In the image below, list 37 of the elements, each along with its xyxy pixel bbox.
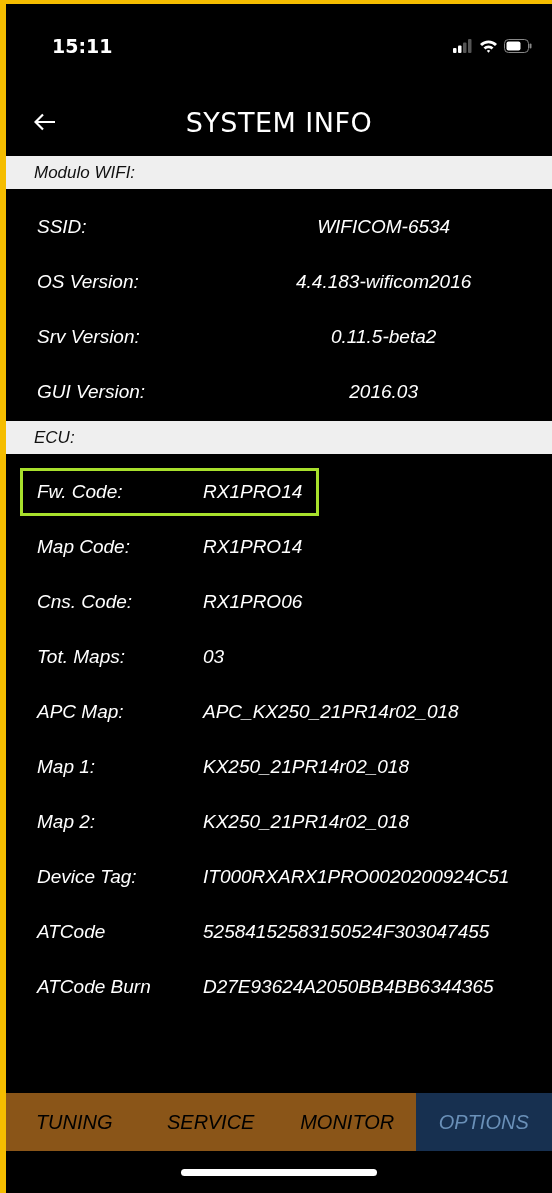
field-label: Map Code: [37, 535, 131, 558]
field-value: 52584152583150524F303047455 [203, 920, 490, 943]
field-label: ATCode Burn [37, 975, 152, 998]
field-value: RX1PRO14 [203, 480, 303, 503]
field-label: OS Version: [37, 270, 140, 293]
screen-title: SYSTEM INFO [185, 106, 373, 138]
back-arrow-icon [34, 113, 56, 131]
field-value: 0.11.5-beta2 [330, 325, 438, 348]
field-label: APC Map: [37, 700, 125, 723]
field-label: Srv Version: [37, 325, 141, 348]
status-time: 15:11 [52, 35, 113, 57]
field-label: ATCode [37, 920, 107, 943]
field-label: Map 2: [37, 810, 97, 833]
field-label: Tot. Maps: [37, 645, 126, 668]
signal-icon [453, 39, 473, 53]
field-value: RX1PRO06 [203, 590, 303, 613]
field-value: RX1PRO14 [203, 535, 303, 558]
field-value: APC_KX250_21PR14r02_018 [203, 700, 459, 723]
field-value: D27E93624A2050BB4BB6344365 [203, 975, 494, 998]
section-header: ECU: [6, 421, 552, 454]
field-label: Device Tag: [37, 865, 138, 888]
field-value: 2016.03 [348, 380, 419, 403]
field-value: WIFICOM-6534 [316, 215, 452, 238]
field-label: Map 1: [37, 755, 97, 778]
field-value: 4.4.183-wificom2016 [295, 270, 473, 293]
field-value: KX250_21PR14r02_018 [203, 755, 409, 778]
battery-icon [504, 39, 532, 53]
field-label: Cns. Code: [37, 590, 134, 613]
field-label: Fw. Code: [37, 480, 124, 503]
field-label: GUI Version: [37, 380, 147, 403]
field-value: IT000RXARX1PRO0020200924C51 [203, 865, 510, 888]
wifi-icon [479, 39, 498, 53]
field-label: SSID: [37, 215, 88, 238]
tab[interactable]: OPTIONS [415, 1093, 552, 1151]
section-header: Modulo WIFI: [6, 156, 552, 189]
field-value: KX250_21PR14r02_018 [203, 810, 409, 833]
field-value: 03 [203, 645, 225, 668]
